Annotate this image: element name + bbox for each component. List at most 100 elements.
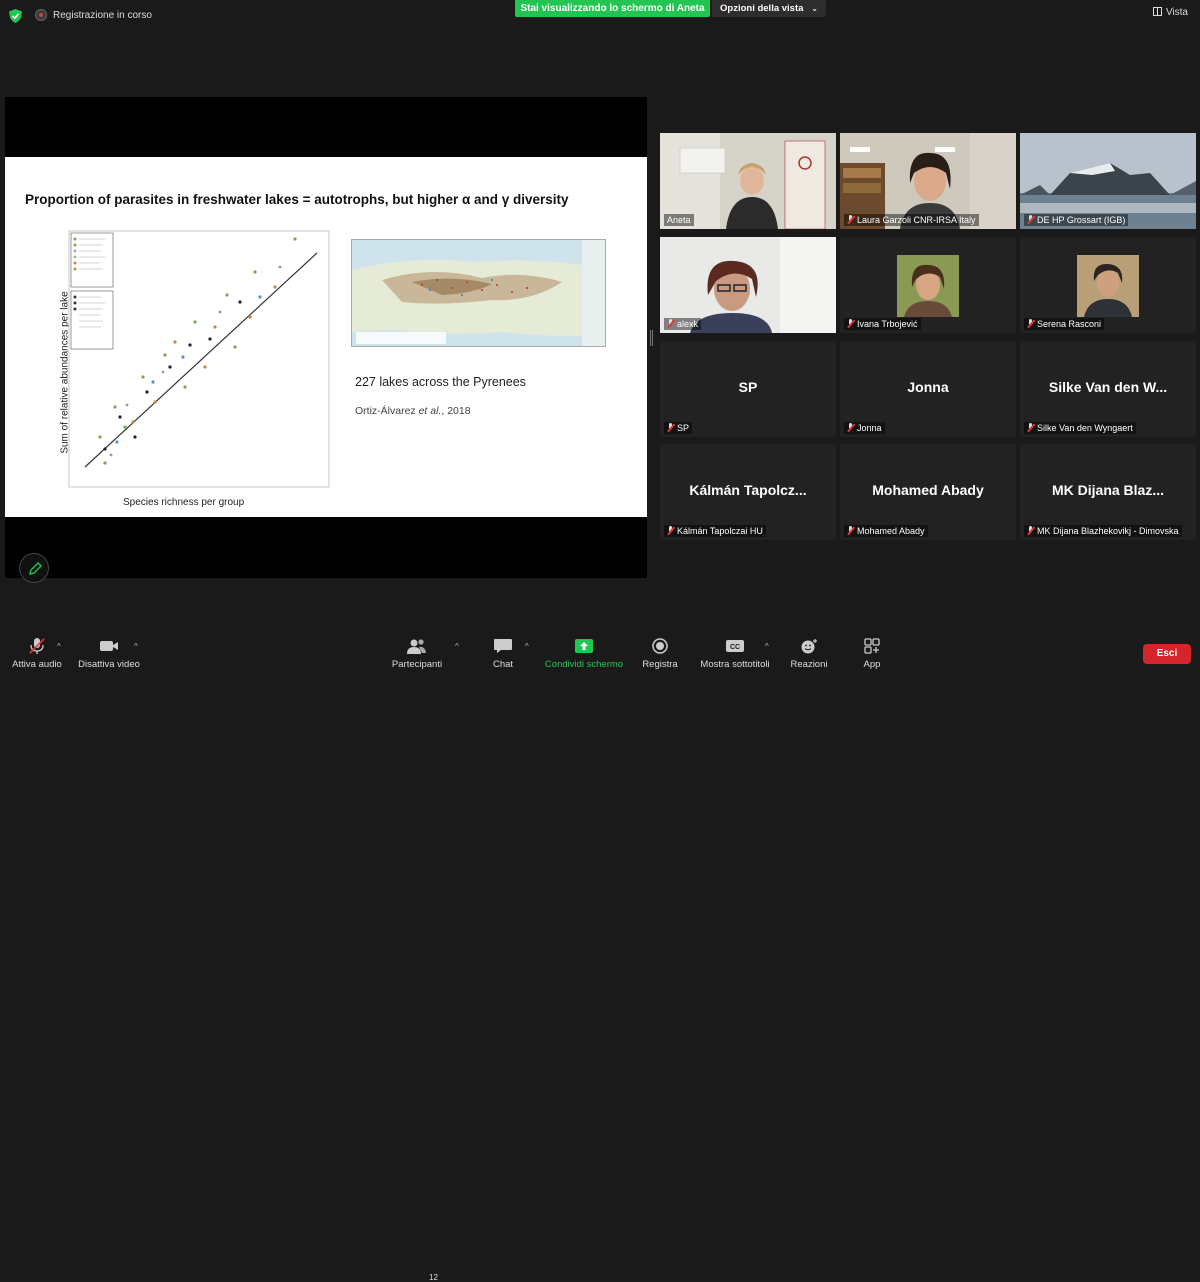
participant-label: MK Dijana Blazhekovikj - Dimovska: [1024, 525, 1182, 537]
participant-name: Kálmán Tapolczai HU: [677, 526, 763, 536]
participant-tile[interactable]: Laura Garzoli CNR-IRSA Italy: [840, 133, 1016, 229]
participant-tile[interactable]: Mohamed Abady Mohamed Abady: [840, 444, 1016, 540]
citation: Ortiz-Álvarez et al., 2018: [355, 405, 471, 417]
muted-mic-icon: [847, 215, 854, 224]
participants-count: 12: [429, 1273, 438, 1282]
stop-video-label: Disattiva video: [78, 659, 140, 670]
slide-title: Proportion of parasites in freshwater la…: [25, 192, 569, 207]
presentation-slide: Proportion of parasites in freshwater la…: [5, 157, 647, 517]
participant-display-name: Kálmán Tapolcz...: [689, 482, 807, 498]
splitter-handle[interactable]: [650, 330, 653, 346]
captions-button[interactable]: CC Mostra sottotitoli: [695, 630, 775, 670]
participant-tile[interactable]: Serena Rasconi: [1020, 237, 1196, 333]
participant-name: MK Dijana Blazhekovikj - Dimovska: [1037, 526, 1179, 536]
participant-label: SP: [664, 422, 693, 434]
top-bar: Registrazione in corso Stai visualizzand…: [0, 0, 1200, 32]
muted-mic-icon: [667, 319, 674, 328]
participant-tile[interactable]: Aneta: [660, 133, 836, 229]
muted-microphone-icon: [29, 638, 45, 654]
participant-name: alexk: [677, 319, 699, 329]
participant-label: Kálmán Tapolczai HU: [664, 525, 766, 537]
citation-suffix: , 2018: [441, 405, 471, 417]
participants-icon: [407, 639, 426, 654]
participant-label: Laura Garzoli CNR-IRSA Italy: [844, 214, 979, 226]
x-axis-label: Species richness per group: [123, 497, 245, 508]
smiley-reaction-icon: [801, 639, 817, 654]
participant-tile[interactable]: MK Dijana Blaz... MK Dijana Blazhekovikj…: [1020, 444, 1196, 540]
participant-tile[interactable]: Jonna Jonna: [840, 341, 1016, 437]
svg-text:CC: CC: [730, 644, 740, 651]
muted-mic-icon: [1027, 526, 1034, 535]
view-options-label: Opzioni della vista: [720, 3, 804, 14]
participant-tile[interactable]: SP SP: [660, 341, 836, 437]
scatter-plot-image: Sum of relative abundances per lake Spec…: [45, 227, 345, 517]
participant-display-name: Silke Van den W...: [1048, 379, 1168, 395]
screen-share-banner: Stai visualizzando lo schermo di Aneta: [515, 0, 710, 17]
recording-status: Registrazione in corso: [53, 10, 152, 21]
record-label: Registra: [642, 659, 678, 670]
participants-label: Partecipanti: [391, 659, 443, 670]
stop-video-button[interactable]: Disattiva video: [76, 630, 142, 670]
participant-name: Mohamed Abady: [857, 526, 925, 536]
apps-button[interactable]: App: [856, 630, 888, 670]
participant-name: Aneta: [667, 215, 691, 225]
share-screen-icon: [575, 639, 593, 653]
record-button[interactable]: Registra: [638, 630, 682, 670]
reactions-label: Reazioni: [790, 659, 828, 670]
participant-display-name: SP: [738, 379, 758, 395]
view-options-dropdown[interactable]: Opzioni della vista ⌄: [712, 0, 826, 17]
scatter-plot-figure: [68, 230, 330, 488]
captions-options-caret-icon[interactable]: ^: [765, 642, 769, 651]
muted-mic-icon: [847, 526, 854, 535]
participant-name: Ivana Trbojević: [857, 319, 918, 329]
participant-name: Laura Garzoli CNR-IRSA Italy: [857, 215, 976, 225]
participant-label: Silke Van den Wyngaert: [1024, 422, 1136, 434]
participant-tile[interactable]: Kálmán Tapolcz... Kálmán Tapolczai HU: [660, 444, 836, 540]
participant-label: Jonna: [844, 422, 885, 434]
muted-mic-icon: [667, 423, 674, 432]
participant-tile[interactable]: alexk: [660, 237, 836, 333]
participant-name: Jonna: [857, 423, 882, 433]
participant-label: DE HP Grossart (IGB): [1024, 214, 1129, 226]
annotate-button[interactable]: [19, 553, 49, 583]
view-button-label: Vista: [1165, 7, 1188, 18]
muted-mic-icon: [1027, 423, 1034, 432]
participant-display-name: MK Dijana Blaz...: [1051, 482, 1165, 498]
encryption-shield-icon[interactable]: [9, 9, 22, 23]
map-figure: [352, 240, 605, 346]
leave-meeting-button[interactable]: Esci: [1143, 644, 1191, 664]
map-caption: 227 lakes across the Pyrenees: [355, 375, 526, 389]
chevron-down-icon: ⌄: [811, 4, 818, 13]
meeting-toolbar: Attiva audio ^ Disattiva video ^ Parteci…: [0, 630, 1200, 1282]
audio-options-caret-icon[interactable]: ^: [57, 642, 61, 651]
captions-label: Mostra sottotitoli: [700, 659, 770, 670]
citation-prefix: Ortiz-Álvarez: [355, 405, 419, 417]
participant-name: SP: [677, 423, 690, 433]
video-camera-icon: [100, 641, 118, 651]
chat-options-caret-icon[interactable]: ^: [525, 642, 529, 651]
share-screen-button[interactable]: Condividi schermo: [542, 630, 626, 670]
participant-tile[interactable]: Silke Van den W... Silke Van den Wyngaer…: [1020, 341, 1196, 437]
view-button[interactable]: Vista: [1152, 7, 1188, 18]
muted-mic-icon: [1027, 319, 1034, 328]
chat-label: Chat: [492, 659, 514, 670]
apps-icon: [864, 638, 880, 654]
participant-label: Ivana Trbojević: [844, 318, 921, 330]
share-screen-label: Condividi schermo: [544, 659, 624, 670]
shared-screen: Proportion of parasites in freshwater la…: [5, 97, 647, 583]
pencil-icon: [29, 562, 42, 575]
reactions-button[interactable]: Reazioni: [786, 630, 832, 670]
participants-options-caret-icon[interactable]: ^: [455, 642, 459, 651]
muted-mic-icon: [847, 319, 854, 328]
participant-tile[interactable]: Ivana Trbojević: [840, 237, 1016, 333]
chat-button[interactable]: Chat: [484, 630, 522, 670]
video-options-caret-icon[interactable]: ^: [134, 642, 138, 651]
muted-mic-icon: [1027, 215, 1034, 224]
muted-mic-icon: [847, 423, 854, 432]
citation-etal: et al.: [418, 405, 442, 417]
participant-tile[interactable]: DE HP Grossart (IGB): [1020, 133, 1196, 229]
apps-label: App: [863, 659, 881, 670]
participant-label: Serena Rasconi: [1024, 318, 1105, 330]
muted-mic-icon: [667, 526, 674, 535]
participants-button[interactable]: Partecipanti: [388, 630, 446, 670]
